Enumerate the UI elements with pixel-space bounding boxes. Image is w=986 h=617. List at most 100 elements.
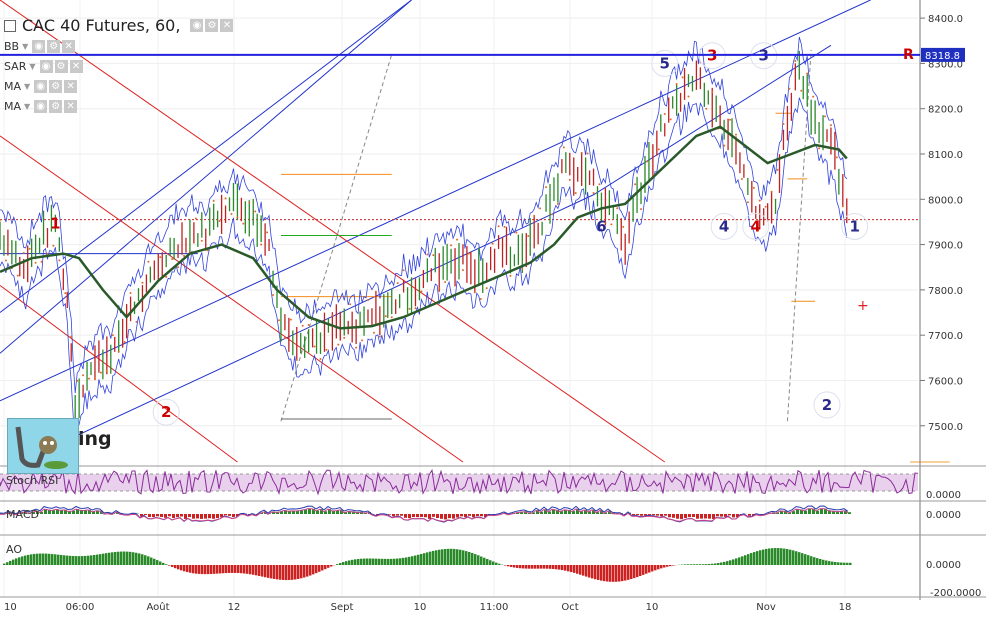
- macd-bar: [168, 514, 171, 517]
- ao-bar: [834, 562, 837, 565]
- indicator-row-ma[interactable]: MA ▼ ◉ ⚙ ✕: [4, 80, 79, 93]
- gear-icon[interactable]: ⚙: [205, 19, 219, 32]
- close-icon[interactable]: ✕: [64, 80, 78, 93]
- sar-dot: [40, 260, 43, 263]
- ao-bar: [468, 551, 471, 565]
- price-chart[interactable]: 1253644312 8400.08300.08200.08100.08000.…: [0, 0, 986, 617]
- wave-label: 1: [849, 217, 859, 235]
- ao-bar: [837, 562, 840, 565]
- ao-bar: [585, 565, 588, 577]
- ao-bar: [711, 563, 714, 565]
- chevron-down-icon[interactable]: ▼: [22, 42, 28, 51]
- macd-bar: [464, 514, 467, 518]
- macd-bar: [636, 514, 639, 516]
- indicator-label: MA: [4, 80, 22, 93]
- macd-bar: [416, 514, 419, 518]
- ao-bar: [417, 554, 420, 565]
- ao-bar: [36, 553, 39, 565]
- ao-pane[interactable]: AO 0.0000 -200.0000: [0, 534, 986, 599]
- sar-dot: [824, 115, 827, 118]
- gear-icon[interactable]: ⚙: [49, 80, 63, 93]
- ao-bar: [6, 562, 9, 565]
- macd-bar: [428, 514, 431, 519]
- ao-bar: [483, 557, 486, 565]
- ao-bar: [732, 559, 735, 565]
- chevron-down-icon[interactable]: ▼: [24, 102, 30, 111]
- macd-bar: [176, 514, 179, 518]
- bollinger-upper: [0, 36, 848, 394]
- eye-icon[interactable]: ◉: [34, 80, 48, 93]
- ao-bar: [708, 563, 711, 565]
- sar-dot: [212, 199, 215, 202]
- indicator-row-bb[interactable]: BB ▼ ◉ ⚙ ✕: [4, 40, 77, 53]
- sar-dot: [34, 261, 37, 264]
- ao-bar: [564, 565, 567, 571]
- ao-bar: [705, 564, 708, 565]
- ao-bar: [3, 563, 6, 565]
- indicator-row-sar[interactable]: SAR ▼ ◉ ⚙ ✕: [4, 60, 85, 73]
- ao-bar: [624, 565, 627, 581]
- indicator-row-ma-2[interactable]: MA ▼ ◉ ⚙ ✕: [4, 100, 79, 113]
- ao-bar: [78, 556, 81, 565]
- macd-pane[interactable]: MACD 0.0000: [0, 500, 986, 523]
- ao-bar: [777, 548, 780, 565]
- macd-bar: [820, 508, 823, 514]
- close-icon[interactable]: ✕: [62, 40, 76, 53]
- ao-bar: [717, 563, 720, 565]
- eye-icon[interactable]: ◉: [39, 60, 53, 73]
- ao-bar: [141, 554, 144, 565]
- ao-bar: [411, 556, 414, 565]
- sar-dot: [272, 294, 275, 297]
- close-icon[interactable]: ✕: [69, 60, 83, 73]
- eye-icon[interactable]: ◉: [34, 100, 48, 113]
- sar-dot: [4, 259, 7, 262]
- macd-bar: [640, 514, 643, 516]
- sar-dot: [586, 152, 589, 155]
- wave-labels[interactable]: 1253644312: [50, 42, 869, 426]
- ao-bar: [69, 555, 72, 565]
- macd-bar: [664, 514, 667, 516]
- ao-bar: [42, 553, 45, 565]
- current-price-label: 8318.8: [925, 51, 960, 62]
- macd-bar: [448, 514, 451, 519]
- ao-bar: [573, 565, 576, 573]
- gear-icon[interactable]: ⚙: [54, 60, 68, 73]
- ao-bar: [180, 565, 183, 571]
- sar-dot: [135, 320, 138, 323]
- gear-icon[interactable]: ⚙: [47, 40, 61, 53]
- ao-bar: [225, 565, 228, 574]
- chevron-down-icon[interactable]: ▼: [24, 82, 30, 91]
- ao-bar: [477, 555, 480, 565]
- ao-bar: [744, 555, 747, 565]
- macd-bar: [728, 514, 731, 516]
- sar-dot: [331, 314, 334, 317]
- sar-dot: [640, 208, 643, 211]
- ao-bar: [408, 556, 411, 565]
- ao-bar: [741, 556, 744, 565]
- ao-bar: [252, 565, 255, 575]
- ao-bar: [582, 565, 585, 576]
- ao-bar: [87, 555, 90, 565]
- sar-dot: [82, 374, 85, 377]
- ao-bar: [831, 561, 834, 565]
- gear-icon[interactable]: ⚙: [49, 100, 63, 113]
- cross-marker: +: [857, 298, 869, 314]
- eye-icon[interactable]: ◉: [190, 19, 204, 32]
- chevron-down-icon[interactable]: ▼: [29, 62, 35, 71]
- ao-bar: [495, 562, 498, 565]
- macd-bar: [440, 514, 443, 519]
- sar-dot: [64, 292, 67, 295]
- macd-bar: [144, 514, 147, 515]
- collapse-icon[interactable]: [4, 19, 16, 32]
- trend-lines[interactable]: [0, 0, 950, 463]
- sar-dot: [313, 345, 316, 348]
- stoch-rsi-pane[interactable]: Stoch RSI 0.0000: [0, 465, 986, 501]
- macd-bar: [704, 514, 707, 519]
- ao-bar: [690, 564, 693, 565]
- close-icon[interactable]: ✕: [64, 100, 78, 113]
- ao-bar: [618, 565, 621, 582]
- eye-icon[interactable]: ◉: [32, 40, 46, 53]
- close-icon[interactable]: ✕: [220, 19, 234, 32]
- macd-bar: [468, 514, 471, 516]
- macd-bar: [476, 514, 479, 517]
